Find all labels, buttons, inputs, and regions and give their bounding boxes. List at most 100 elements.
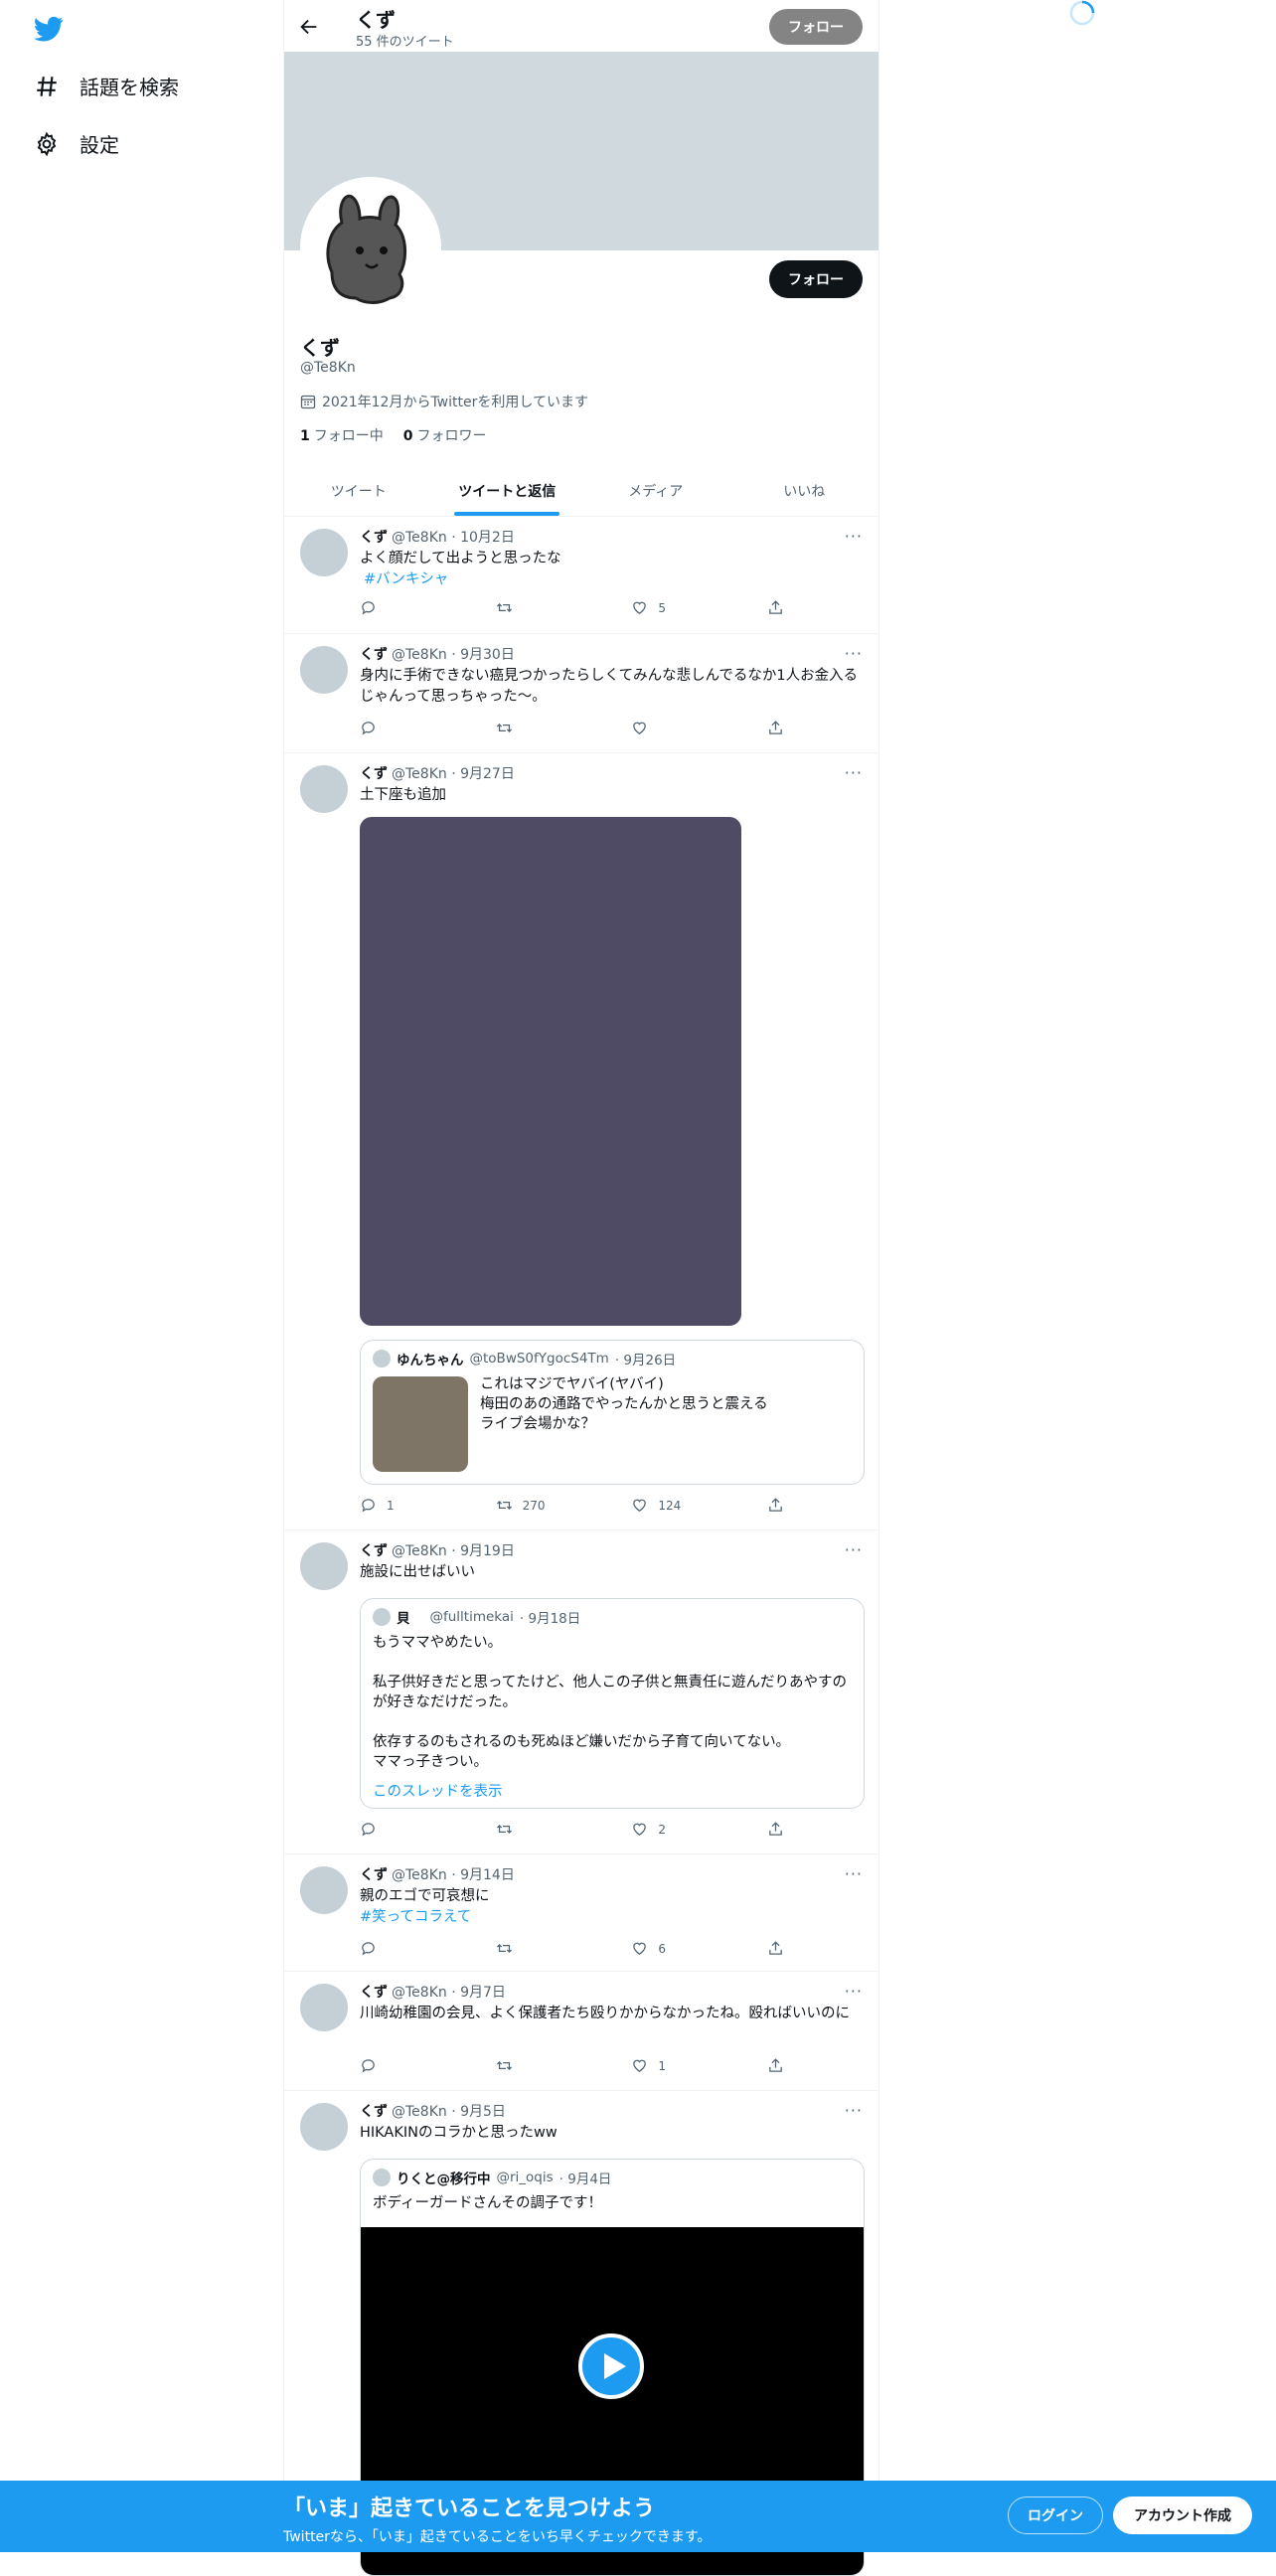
avatar[interactable]	[300, 1984, 348, 2031]
following-link[interactable]: 1 フォロー中	[300, 425, 384, 445]
reply-button[interactable]	[360, 2057, 449, 2074]
tweet-body: くず @Te8Kn · 9月5日 HIKAKINのコラかと思ったww	[360, 2101, 863, 2144]
tweet-body: くず @Te8Kn · 9月30日 身内に手術できない癌見つかったらしくてみんな悲…	[360, 644, 863, 708]
tab-tweets[interactable]: ツイート	[284, 465, 433, 516]
avatar[interactable]	[300, 2103, 348, 2151]
tweet-actions: 6	[360, 1940, 787, 1957]
like-button[interactable]: 2	[631, 1821, 720, 1838]
tweet-text: 川崎幼稚園の会見、よく保護者たち殴りかからなかったね。殴ればいいのに	[360, 2006, 850, 2021]
spinner-icon	[1069, 0, 1095, 26]
profile-tabs: ツイート ツイートと返信 メディア いいね	[284, 465, 878, 517]
avatar[interactable]	[300, 765, 348, 813]
hashtag-link[interactable]: #バンキシャ	[360, 569, 863, 589]
tweet-text: 施設に出せばいい	[360, 1564, 475, 1580]
signup-prompt-subtitle: Twitterなら、「いま」起きていることをいち早くチェックできます。	[283, 2529, 712, 2545]
play-icon[interactable]	[577, 2333, 645, 2400]
share-button[interactable]	[767, 2057, 787, 2074]
reply-icon	[360, 1940, 377, 1957]
quoted-tweet[interactable]: ゆんちゃん @toBwS0fYgocS4Tm · 9月26日 これはマジでヤバイ(ヤ…	[360, 1340, 865, 1485]
tweet-body: くず @Te8Kn · 9月19日 施設に出せばいい	[360, 1540, 863, 1583]
login-button[interactable]: ログイン	[1008, 2496, 1103, 2534]
avatar[interactable]	[300, 529, 348, 576]
share-icon	[767, 1821, 784, 1838]
tweet-body: くず @Te8Kn · 9月7日 川崎幼稚園の会見、よく保護者たち殴りかからなかっ…	[360, 1982, 863, 2024]
tweet-image[interactable]	[360, 817, 741, 1326]
reply-button[interactable]	[360, 599, 449, 616]
reply-button[interactable]	[360, 720, 449, 736]
tweet-text: 土下座も追加	[360, 787, 446, 803]
share-button[interactable]	[767, 1821, 787, 1838]
avatar	[373, 1608, 391, 1626]
tweet-actions: 1	[360, 2057, 787, 2074]
tweet[interactable]: ··· くず @Te8Kn · 9月7日 川崎幼稚園の会見、よく保護者たち殴りかか…	[284, 1972, 878, 2091]
quoted-tweet-text: ボディーガードさんその調子です！	[373, 2195, 602, 2211]
back-arrow-icon[interactable]	[298, 16, 320, 38]
calendar-icon	[300, 394, 316, 409]
avatar[interactable]	[300, 1542, 348, 1590]
tweet-header: くず @Te8Kn · 9月30日	[360, 647, 515, 663]
quoted-tweet-text: もうママやめたい。 私子供好きだと思ってたけど、他人この子供と無責任に遊んだりあ…	[373, 1635, 848, 1770]
like-button[interactable]: 6	[631, 1940, 720, 1957]
like-button[interactable]: 1	[631, 2057, 720, 2074]
reply-button[interactable]: 1	[360, 1497, 449, 1514]
profile-handle: @Te8Kn	[300, 360, 356, 376]
profile-avatar[interactable]	[300, 177, 441, 318]
tweet[interactable]: ··· くず @Te8Kn · 9月14日 親のエゴで可哀想に #笑ってコラえて …	[284, 1854, 878, 1972]
like-icon	[631, 1821, 648, 1838]
share-button[interactable]	[767, 599, 787, 616]
retweet-button[interactable]	[496, 1940, 585, 1957]
reply-icon	[360, 2057, 377, 2074]
share-button[interactable]	[767, 1497, 787, 1514]
header-follow-button[interactable]: フォロー	[769, 9, 863, 45]
tweet-actions: 5	[360, 599, 787, 616]
profile-joined-text: 2021年12月からTwitterを利用しています	[322, 395, 588, 410]
retweet-button[interactable]	[496, 2057, 585, 2074]
quoted-tweet-text: これはマジでヤバイ(ヤバイ) 梅田のあの通路でやったんかと思うと震える ライブ会…	[480, 1376, 768, 1432]
reply-button[interactable]	[360, 1940, 449, 1957]
quoted-tweet-header: りくと@移行中 @ri_oqis · 9月4日	[373, 2168, 611, 2187]
like-button[interactable]: 124	[631, 1497, 720, 1514]
tweet-text: 身内に手術できない癌見つかったらしくてみんな悲しんでるなか1人お金入るじゃんって…	[360, 668, 859, 705]
signup-button[interactable]: アカウント作成	[1113, 2496, 1252, 2534]
like-button[interactable]: 5	[631, 599, 720, 616]
like-icon	[631, 720, 648, 736]
tab-likes[interactable]: いいね	[730, 465, 879, 516]
like-button[interactable]	[631, 720, 720, 736]
retweet-icon	[496, 1821, 513, 1838]
share-button[interactable]	[767, 1940, 787, 1957]
reply-icon	[360, 1497, 377, 1514]
sidebar-item-label: 設定	[80, 133, 119, 157]
follow-button[interactable]: フォロー	[769, 260, 863, 298]
tweet-header: くず @Te8Kn · 9月7日	[360, 1985, 506, 2001]
tweet[interactable]: ··· くず @Te8Kn · 9月19日 施設に出せばいい 貝 @fulltime…	[284, 1530, 878, 1854]
tweet-header: くず @Te8Kn · 9月27日	[360, 766, 515, 782]
retweet-button[interactable]	[496, 599, 585, 616]
avatar[interactable]	[300, 646, 348, 694]
share-button[interactable]	[767, 720, 787, 736]
twitter-logo-icon[interactable]	[34, 14, 64, 44]
profile-joined: 2021年12月からTwitterを利用しています	[300, 392, 588, 411]
avatar[interactable]	[300, 1866, 348, 1914]
hashtag-link[interactable]: #笑ってコラえて	[360, 1907, 863, 1927]
tweet-text: 親のエゴで可哀想に	[360, 1888, 490, 1904]
sidebar-item-explore[interactable]: 話題を検索	[34, 72, 179, 100]
tab-tweets-and-replies[interactable]: ツイートと返信	[433, 465, 582, 516]
like-icon	[631, 599, 648, 616]
retweet-button[interactable]	[496, 1821, 585, 1838]
tweet[interactable]: ··· くず @Te8Kn · 9月30日 身内に手術できない癌見つかったらしくて…	[284, 634, 878, 753]
like-icon	[631, 2057, 648, 2074]
retweet-button[interactable]: 270	[496, 1497, 585, 1514]
show-thread-link[interactable]: このスレッドを表示	[373, 1780, 503, 1801]
tweet-header: くず @Te8Kn · 9月19日	[360, 1543, 515, 1559]
quoted-tweet[interactable]: 貝 @fulltimekai · 9月18日 もうママやめたい。 私子供好きだと思っ…	[360, 1598, 865, 1809]
tab-media[interactable]: メディア	[581, 465, 730, 516]
sidebar-item-label: 話題を検索	[80, 76, 179, 99]
main-column: くず 55 件のツイート フォロー フォロー くず @Te8Kn 2021年12…	[283, 0, 879, 2576]
reply-button[interactable]	[360, 1821, 449, 1838]
tweet[interactable]: ··· くず @Te8Kn · 10月2日 よく顔だして出ようと思ったな #バンキ…	[284, 517, 878, 634]
tweet-header: くず @Te8Kn · 10月2日	[360, 530, 515, 546]
followers-link[interactable]: 0 フォロワー	[403, 425, 487, 445]
tweet[interactable]: ··· くず @Te8Kn · 9月27日 土下座も追加 ゆんちゃん @toBwS0…	[284, 753, 878, 1530]
retweet-button[interactable]	[496, 720, 585, 736]
sidebar-item-settings[interactable]: 設定	[34, 129, 119, 158]
